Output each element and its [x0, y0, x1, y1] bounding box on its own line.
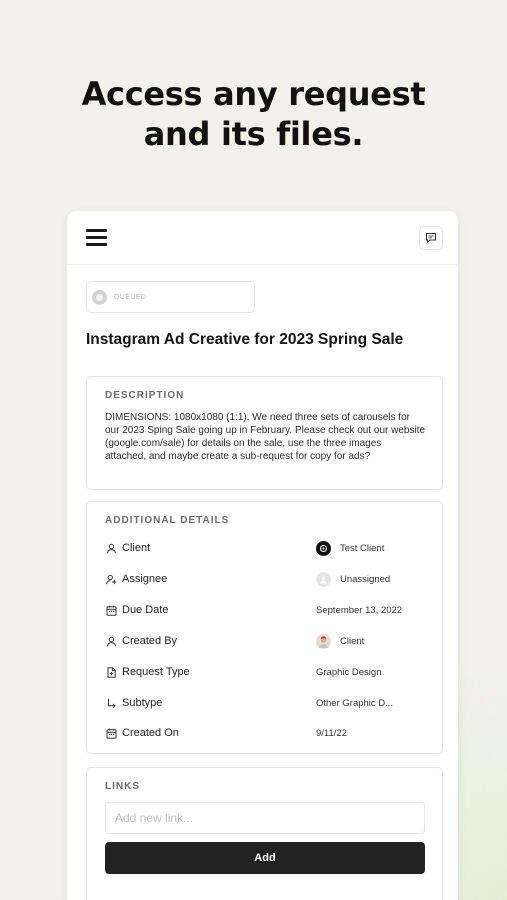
user-icon [105, 635, 117, 647]
detail-value: Other Graphic D... [316, 697, 394, 709]
calendar-icon [105, 727, 117, 739]
request-title: Instagram Ad Creative for 2023 Spring Sa… [86, 331, 404, 348]
detail-row-subtype[interactable]: Subtype Other Graphic D... [105, 693, 430, 713]
detail-value: Test Client [316, 540, 384, 556]
details-heading: ADDITIONAL DETAILS [105, 515, 230, 526]
description-heading: DESCRIPTION [105, 390, 185, 401]
document-icon [105, 666, 117, 678]
detail-value: Client [316, 633, 364, 649]
headline-line-1: Access any request [81, 75, 426, 113]
creator-avatar [316, 633, 331, 649]
page-headline: Access any request and its files. [0, 74, 507, 154]
detail-value: Unassigned [316, 571, 390, 587]
detail-row-request-type[interactable]: Request Type Graphic Design [105, 662, 430, 682]
unassigned-avatar [316, 571, 331, 587]
detail-value: 9/11/22 [316, 727, 347, 739]
detail-key: Created By [122, 635, 178, 647]
request-card: QUEUED Instagram Ad Creative for 2023 Sp… [67, 211, 458, 900]
detail-key: Due Date [122, 604, 169, 616]
links-heading: LINKS [105, 781, 140, 792]
detail-row-client[interactable]: Client Test Client [105, 538, 430, 558]
description-section: DESCRIPTION DIMENSIONS: 1080x1080 (1:1).… [86, 376, 443, 490]
detail-row-due-date[interactable]: Due Date September 13, 2022 [105, 600, 430, 620]
detail-row-assignee[interactable]: Assignee Unassigned [105, 569, 430, 589]
headline-line-2: and its files. [143, 115, 364, 153]
detail-value: Graphic Design [316, 666, 382, 678]
status-label: QUEUED [114, 293, 147, 301]
calendar-icon [105, 604, 117, 616]
client-avatar [316, 540, 331, 556]
subdirectory-arrow-icon [105, 697, 117, 709]
chat-button[interactable] [419, 226, 443, 250]
description-text: DIMENSIONS: 1080x1080 (1:1). We need thr… [105, 412, 426, 462]
user-icon [105, 542, 117, 554]
detail-key: Client [122, 542, 151, 554]
status-badge[interactable]: QUEUED [86, 281, 255, 313]
hamburger-menu-icon[interactable] [86, 229, 107, 246]
status-dot-icon [92, 289, 107, 305]
detail-value: September 13, 2022 [316, 604, 403, 616]
links-section: LINKS Add [86, 767, 443, 900]
new-link-input[interactable] [105, 802, 425, 834]
detail-key: Subtype [122, 697, 163, 709]
detail-key: Assignee [122, 573, 168, 585]
user-plus-icon [105, 573, 117, 585]
detail-row-created-by[interactable]: Created By Client [105, 631, 430, 651]
detail-key: Created On [122, 727, 179, 739]
detail-row-created-on[interactable]: Created On 9/11/22 [105, 723, 430, 743]
chat-icon [426, 233, 436, 244]
top-bar [67, 211, 458, 265]
detail-key: Request Type [122, 666, 190, 678]
add-link-button[interactable]: Add [105, 842, 425, 874]
additional-details-section: ADDITIONAL DETAILS Client Test Client As… [86, 501, 443, 754]
